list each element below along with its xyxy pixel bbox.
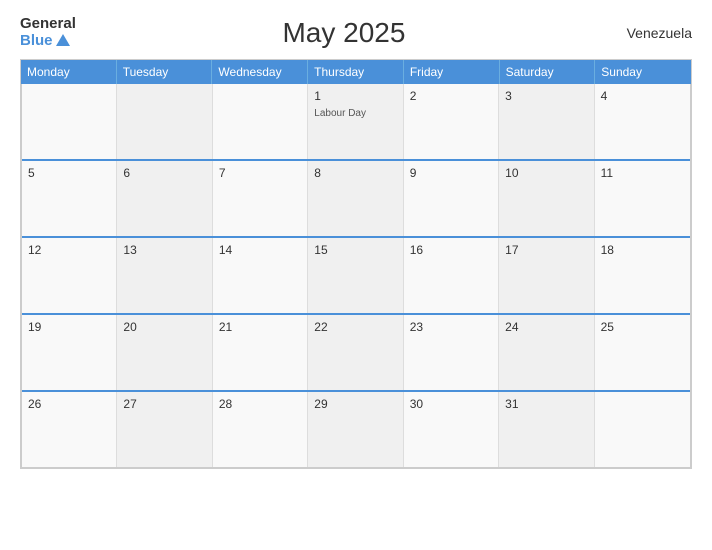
col-friday: Friday	[404, 60, 500, 84]
col-thursday: Thursday	[308, 60, 404, 84]
day-number: 25	[601, 320, 684, 334]
day-number: 29	[314, 397, 396, 411]
cell-w4-d3: 21	[213, 315, 308, 390]
cell-w2-d7: 11	[595, 161, 690, 236]
day-number: 11	[601, 166, 684, 180]
day-number: 22	[314, 320, 396, 334]
cell-w2-d6: 10	[499, 161, 594, 236]
cell-w5-d2: 27	[117, 392, 212, 467]
day-number: 1	[314, 89, 396, 103]
day-number: 3	[505, 89, 587, 103]
day-number: 20	[123, 320, 205, 334]
day-number: 31	[505, 397, 587, 411]
cell-w2-d3: 7	[213, 161, 308, 236]
cell-w1-d6: 3	[499, 84, 594, 159]
day-number: 30	[410, 397, 492, 411]
cell-w3-d3: 14	[213, 238, 308, 313]
day-number: 6	[123, 166, 205, 180]
day-number: 26	[28, 397, 110, 411]
logo-triangle-icon	[56, 34, 70, 46]
cell-w4-d6: 24	[499, 315, 594, 390]
cell-w1-d1	[22, 84, 117, 159]
day-number: 10	[505, 166, 587, 180]
week-1: 1 Labour Day 234	[22, 84, 690, 159]
cell-w4-d7: 25	[595, 315, 690, 390]
cell-w5-d7	[595, 392, 690, 467]
day-number: 4	[601, 89, 684, 103]
day-number: 27	[123, 397, 205, 411]
day-number: 13	[123, 243, 205, 257]
day-number: 24	[505, 320, 587, 334]
cell-w5-d1: 26	[22, 392, 117, 467]
country-label: Venezuela	[612, 25, 692, 41]
cell-w4-d4: 22	[308, 315, 403, 390]
header: General Blue May 2025 Venezuela	[20, 16, 692, 49]
logo-general-text: General	[20, 16, 76, 33]
day-number: 23	[410, 320, 492, 334]
day-number: 14	[219, 243, 301, 257]
cell-w3-d2: 13	[117, 238, 212, 313]
week-2: 56789 10 11	[22, 159, 690, 236]
day-number: 7	[219, 166, 301, 180]
cell-w1-d2	[117, 84, 212, 159]
calendar-title: May 2025	[76, 17, 612, 49]
col-wednesday: Wednesday	[212, 60, 308, 84]
cell-w1-d4: 1 Labour Day	[308, 84, 403, 159]
day-number: 15	[314, 243, 396, 257]
cell-w1-d5: 2	[404, 84, 499, 159]
day-number: 9	[410, 166, 492, 180]
day-number: 19	[28, 320, 110, 334]
logo: General Blue	[20, 16, 76, 49]
day-number: 16	[410, 243, 492, 257]
cell-w2-d1: 5	[22, 161, 117, 236]
col-saturday: Saturday	[500, 60, 596, 84]
cell-w5-d5: 30	[404, 392, 499, 467]
day-number: 12	[28, 243, 110, 257]
cell-w2-d5: 9	[404, 161, 499, 236]
cell-w4-d1: 19	[22, 315, 117, 390]
cell-w3-d1: 12	[22, 238, 117, 313]
day-number: 2	[410, 89, 492, 103]
day-number: 18	[601, 243, 684, 257]
week-3: 12 13 14 15 16 17 18	[22, 236, 690, 313]
cell-w4-d5: 23	[404, 315, 499, 390]
day-number: 21	[219, 320, 301, 334]
day-number: 8	[314, 166, 396, 180]
col-tuesday: Tuesday	[117, 60, 213, 84]
cell-w1-d3	[213, 84, 308, 159]
cell-w1-d7: 4	[595, 84, 690, 159]
week-4: 19 20 21 22 23 24 25	[22, 313, 690, 390]
day-event: Labour Day	[314, 108, 366, 119]
cell-w5-d3: 28	[213, 392, 308, 467]
page: General Blue May 2025 Venezuela Monday T…	[0, 0, 712, 550]
cell-w5-d4: 29	[308, 392, 403, 467]
cell-w3-d6: 17	[499, 238, 594, 313]
cell-w3-d4: 15	[308, 238, 403, 313]
cell-w2-d2: 6	[117, 161, 212, 236]
day-number: 17	[505, 243, 587, 257]
calendar: Monday Tuesday Wednesday Thursday Friday…	[20, 59, 692, 469]
cell-w3-d7: 18	[595, 238, 690, 313]
week-5: 26 27 28 29 30 31	[22, 390, 690, 467]
cell-w3-d5: 16	[404, 238, 499, 313]
col-monday: Monday	[21, 60, 117, 84]
logo-blue-text: Blue	[20, 33, 70, 50]
cell-w5-d6: 31	[499, 392, 594, 467]
cell-w4-d2: 20	[117, 315, 212, 390]
calendar-header: Monday Tuesday Wednesday Thursday Friday…	[21, 60, 691, 84]
cell-w2-d4: 8	[308, 161, 403, 236]
day-number: 5	[28, 166, 110, 180]
day-number: 28	[219, 397, 301, 411]
weeks-container: 1Labour Day23456789101112131415161718192…	[21, 84, 691, 468]
col-sunday: Sunday	[595, 60, 691, 84]
